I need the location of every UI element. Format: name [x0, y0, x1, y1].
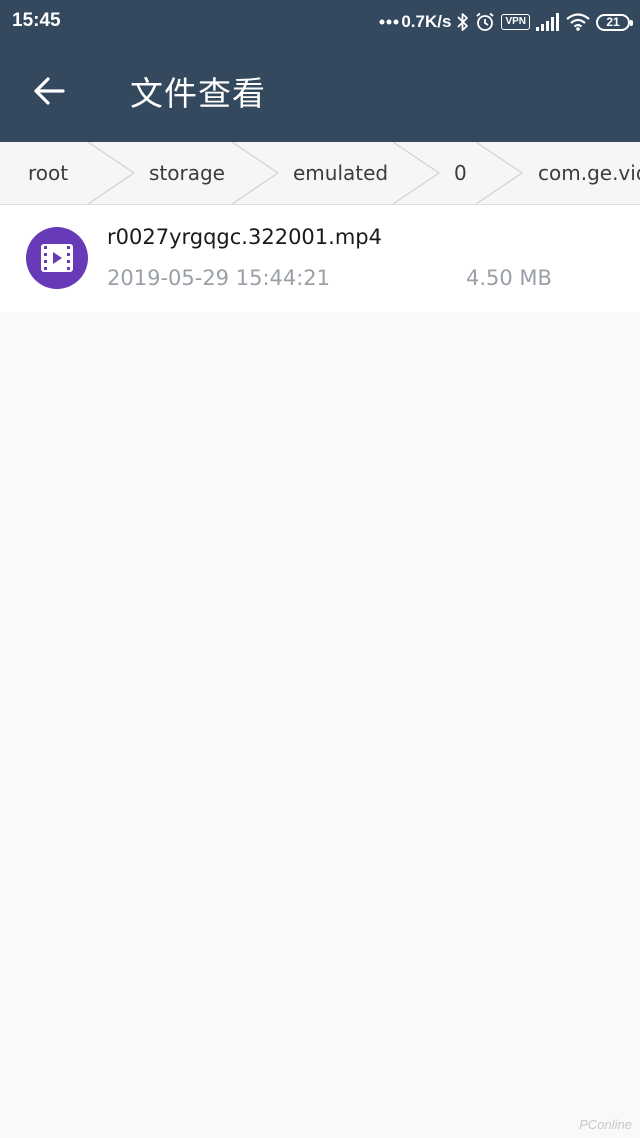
status-icons: 0.7K/s VPN 21	[379, 8, 633, 36]
network-speed: 0.7K/s	[401, 12, 452, 31]
file-size: 4.50 MB	[466, 266, 552, 290]
video-file-icon	[26, 227, 88, 289]
breadcrumb-item-storage[interactable]: storage	[149, 142, 225, 204]
breadcrumb-item-package[interactable]: com.ge.vid	[538, 142, 640, 204]
breadcrumb-item-root[interactable]: root	[28, 142, 68, 204]
alarm-icon	[475, 12, 495, 32]
breadcrumb-item-emulated[interactable]: emulated	[293, 142, 388, 204]
file-date: 2019-05-29 15:44:21	[107, 266, 331, 290]
vpn-icon: VPN	[501, 14, 530, 30]
breadcrumb: root storage emulated 0 com.ge.vid	[0, 142, 640, 205]
status-bar: 15:45 0.7K/s VPN 21	[0, 0, 640, 44]
page-title: 文件查看	[130, 74, 266, 113]
breadcrumb-separator-icon	[232, 142, 280, 204]
file-list-item[interactable]: r0027yrgqgc.322001.mp4 2019-05-29 15:44:…	[0, 205, 640, 312]
breadcrumb-separator-icon	[476, 142, 524, 204]
more-dots-icon	[379, 19, 399, 25]
bluetooth-icon	[457, 12, 469, 32]
signal-icon	[536, 13, 560, 31]
app-bar: 文件查看	[0, 44, 640, 142]
arrow-left-icon	[33, 77, 65, 109]
watermark-logo: PConline	[579, 1117, 632, 1132]
file-name: r0027yrgqgc.322001.mp4	[107, 225, 382, 249]
wifi-icon	[566, 13, 590, 31]
breadcrumb-separator-icon	[393, 142, 441, 204]
battery-level: 21	[606, 14, 620, 29]
breadcrumb-item-0[interactable]: 0	[454, 142, 467, 204]
back-button[interactable]	[18, 64, 80, 122]
breadcrumb-separator-icon	[88, 142, 136, 204]
battery-icon: 21	[596, 13, 633, 31]
status-time: 15:45	[12, 10, 61, 31]
